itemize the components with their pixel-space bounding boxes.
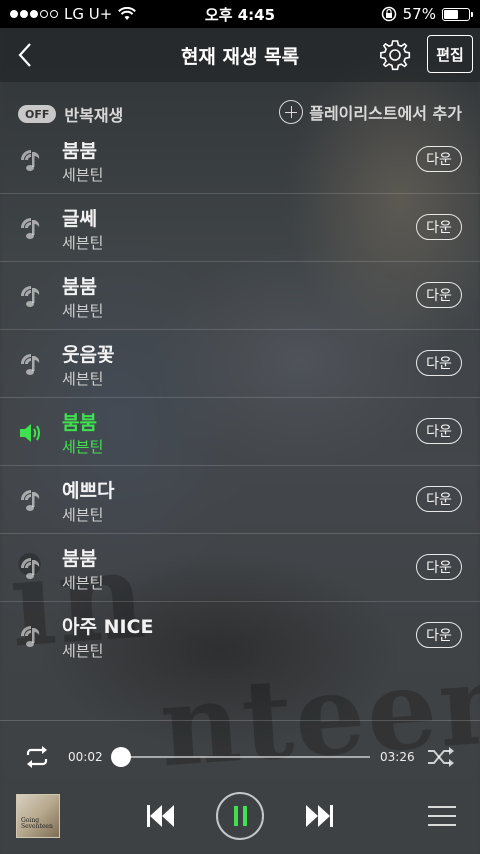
music-note-icon <box>18 352 44 378</box>
pause-icon <box>233 806 238 826</box>
progress-track[interactable] <box>118 756 370 758</box>
now-playing-speaker-icon <box>18 420 44 446</box>
music-note-icon <box>18 556 44 582</box>
download-button[interactable]: 다운 <box>416 214 462 240</box>
gear-icon[interactable] <box>378 38 412 72</box>
battery-percent: 57% <box>402 5 436 23</box>
song-title: 붐붐 <box>62 276 97 298</box>
album-art-thumbnail[interactable]: Going Seventeen <box>16 794 60 838</box>
next-track-icon[interactable] <box>303 802 335 830</box>
add-from-playlist-button[interactable]: 플레이리스트에서 추가 <box>279 100 462 124</box>
repeat-toggle[interactable]: OFF 반복재생 <box>18 102 123 126</box>
music-note-icon <box>18 624 44 650</box>
shuffle-icon[interactable] <box>426 745 456 769</box>
playlist-options-bar: OFF 반복재생 플레이리스트에서 추가 <box>0 82 480 142</box>
plus-circle-icon <box>279 100 304 124</box>
battery-icon <box>441 7 473 21</box>
rotation-lock-icon <box>381 6 396 22</box>
player-controls: 00:02 03:26 Going Seventeen <box>0 720 480 854</box>
signal-strength-icon <box>10 10 58 18</box>
song-title: 예쁘다 <box>62 480 115 502</box>
playlist-row[interactable]: 붐붐세븐틴 다운 <box>0 398 480 466</box>
song-artist: 세븐틴 <box>62 438 104 456</box>
song-artist: 세븐틴 <box>62 642 104 660</box>
playlist-row[interactable]: 예쁘다세븐틴 다운 <box>0 466 480 534</box>
total-time: 03:26 <box>380 750 415 764</box>
edit-button[interactable]: 편집 <box>427 35 473 73</box>
download-button[interactable]: 다운 <box>416 486 462 512</box>
playlist-row[interactable]: 붐붐세븐틴 다운 <box>0 262 480 330</box>
song-title: 붐붐 <box>62 412 97 434</box>
playlist-row[interactable]: 웃음꽃세븐틴 다운 <box>0 330 480 398</box>
repeat-icon[interactable] <box>22 745 52 769</box>
song-artist: 세븐틴 <box>62 302 104 320</box>
download-button[interactable]: 다운 <box>416 622 462 648</box>
download-button[interactable]: 다운 <box>416 554 462 580</box>
current-time: 00:02 <box>68 750 103 764</box>
playlist-row[interactable]: 붐붐세븐틴 다운 <box>0 534 480 602</box>
music-note-icon <box>18 284 44 310</box>
song-artist: 세븐틴 <box>62 166 104 184</box>
music-note-icon <box>18 148 44 174</box>
song-title: 아주 NICE <box>62 616 154 638</box>
menu-icon[interactable] <box>428 805 456 827</box>
download-button[interactable]: 다운 <box>416 418 462 444</box>
progress-knob[interactable] <box>110 747 131 767</box>
playlist[interactable]: 붐붐 세븐틴 다운 글쎄 세븐틴 다운 붐붐 세븐틴 다운 웃음꽃 세븐틴 다운 붐붐 세븐틴 다운 예쁘다 세… <box>0 142 480 668</box>
song-artist: 세븐틴 <box>62 370 104 388</box>
pause-button[interactable] <box>216 792 264 840</box>
song-artist: 세븐틴 <box>62 234 104 252</box>
navigation-bar: 현재 재생 목록 편집 <box>0 28 480 82</box>
music-note-icon <box>18 216 44 242</box>
download-button[interactable]: 다운 <box>416 350 462 376</box>
playlist-row[interactable]: 붐붐세븐틴 다운 <box>0 142 480 194</box>
repeat-label: 반복재생 <box>64 106 124 125</box>
song-title: 글쎄 <box>62 208 97 230</box>
song-artist: 세븐틴 <box>62 574 104 592</box>
carrier-name: LG U+ <box>64 5 113 23</box>
repeat-off-badge: OFF <box>18 105 57 123</box>
playlist-row[interactable]: 글쎄세븐틴 다운 <box>0 194 480 262</box>
download-button[interactable]: 다운 <box>416 146 462 172</box>
playlist-row[interactable]: 아주 NICE 세븐틴 다운 <box>0 602 480 668</box>
wifi-icon <box>118 7 137 20</box>
download-button[interactable]: 다운 <box>416 282 462 308</box>
add-from-playlist-label: 플레이리스트에서 추가 <box>309 104 462 123</box>
album-art-text: Going Seventeen <box>21 816 53 831</box>
song-title: 웃음꽃 <box>62 344 115 366</box>
status-bar: LG U+ 오후 4:45 57% <box>0 0 480 28</box>
music-note-icon <box>18 488 44 514</box>
previous-track-icon[interactable] <box>145 802 177 830</box>
song-title: 붐붐 <box>62 142 97 162</box>
song-title: 붐붐 <box>62 548 97 570</box>
song-artist: 세븐틴 <box>62 506 104 524</box>
clock: 오후 4:45 <box>204 5 276 24</box>
